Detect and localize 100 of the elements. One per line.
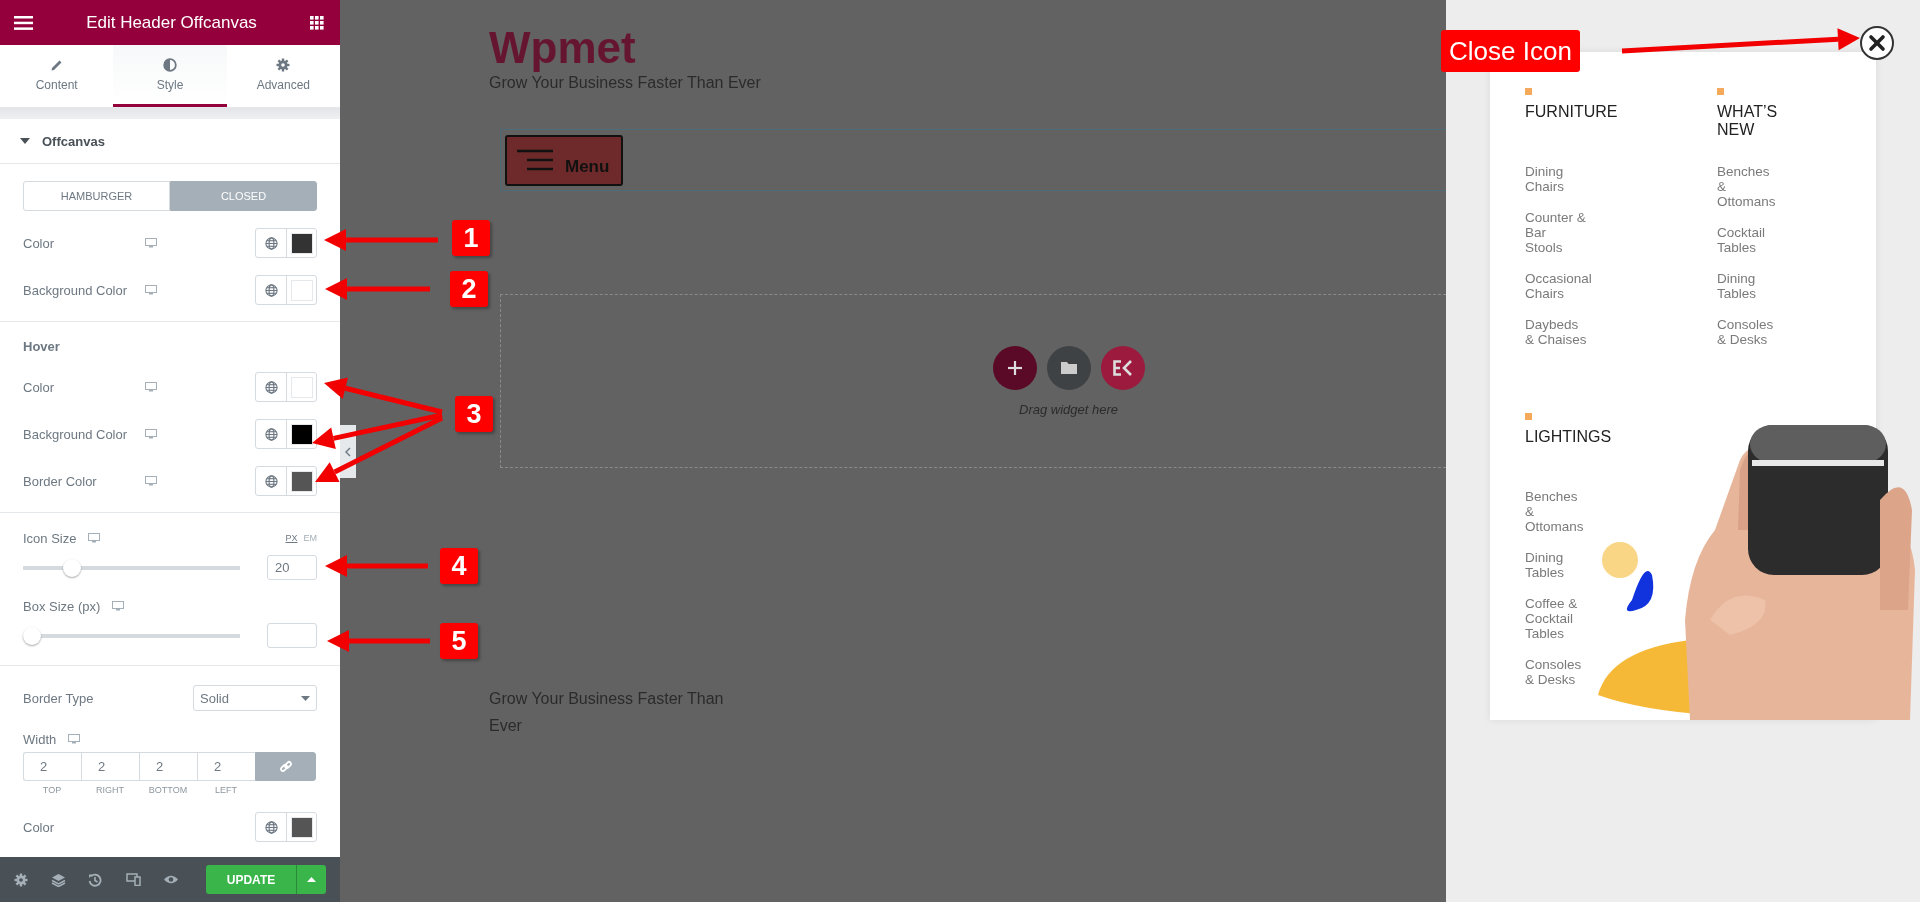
number-field[interactable]: 20 bbox=[267, 555, 317, 580]
step-number: 5 bbox=[440, 623, 478, 659]
caret-icon bbox=[307, 877, 316, 882]
menu-heading: FURNITURE bbox=[1525, 103, 1615, 122]
color-swatch[interactable] bbox=[290, 232, 313, 254]
field-label: Background Color bbox=[23, 282, 129, 298]
monitor-icon[interactable] bbox=[112, 601, 125, 611]
color-swatch[interactable] bbox=[290, 423, 313, 445]
menu-icon[interactable] bbox=[14, 15, 33, 30]
globe-icon[interactable] bbox=[264, 474, 278, 488]
menu-link[interactable]: Dining Tables bbox=[1525, 550, 1587, 580]
field-label: Color bbox=[23, 379, 56, 395]
gear-icon[interactable] bbox=[14, 872, 28, 887]
monitor-icon[interactable] bbox=[145, 382, 157, 392]
close-icon[interactable] bbox=[1859, 25, 1895, 61]
field-caption: TOP bbox=[41, 785, 63, 795]
callout-label: Close Icon bbox=[1441, 30, 1580, 72]
panel-title: Edit Header Offcanvas bbox=[86, 12, 257, 33]
history-icon[interactable] bbox=[88, 872, 103, 887]
monitor-icon[interactable] bbox=[145, 429, 157, 439]
monitor-icon[interactable] bbox=[145, 238, 157, 248]
menu-link[interactable]: Consoles & Desks bbox=[1525, 657, 1587, 687]
color-swatch[interactable] bbox=[290, 376, 313, 398]
color-picker[interactable] bbox=[255, 228, 317, 258]
globe-icon[interactable] bbox=[264, 820, 278, 834]
caret-icon[interactable] bbox=[20, 138, 30, 144]
monitor-icon[interactable] bbox=[88, 533, 101, 543]
field-caption: LEFT bbox=[214, 785, 238, 795]
unit-option[interactable]: EM bbox=[303, 533, 317, 543]
chevron-icon bbox=[345, 446, 351, 457]
field-label: Border Color bbox=[23, 473, 98, 489]
menu-link[interactable]: Coffee & Cocktail Tables bbox=[1525, 596, 1587, 641]
field-label: Color bbox=[23, 235, 56, 251]
step-number: 1 bbox=[452, 220, 490, 256]
menu-link[interactable]: Dining Tables bbox=[1717, 271, 1779, 301]
globe-icon[interactable] bbox=[264, 283, 278, 297]
caret-icon bbox=[301, 695, 310, 701]
plus-icon bbox=[1007, 360, 1022, 375]
options-button[interactable] bbox=[296, 865, 326, 894]
update-button[interactable]: UPDATE bbox=[206, 865, 296, 894]
step-number: 4 bbox=[440, 548, 478, 584]
layers-icon[interactable] bbox=[51, 872, 67, 887]
color-picker[interactable] bbox=[255, 372, 317, 402]
globe-icon[interactable] bbox=[264, 380, 278, 394]
contrast-icon bbox=[163, 57, 177, 72]
color-picker[interactable] bbox=[255, 419, 317, 449]
bullet-icon bbox=[1525, 413, 1532, 420]
step-number: 2 bbox=[450, 271, 488, 307]
color-picker[interactable] bbox=[255, 812, 317, 842]
section-title[interactable]: Offcanvas bbox=[42, 133, 105, 149]
eye-icon[interactable] bbox=[162, 874, 179, 885]
field-label: Background Color bbox=[23, 426, 129, 442]
group-heading: Hover bbox=[23, 339, 61, 355]
hamburger-icon bbox=[517, 149, 553, 171]
grid-icon[interactable] bbox=[310, 15, 324, 30]
color-picker[interactable] bbox=[255, 466, 317, 496]
field-label: Color bbox=[23, 819, 56, 835]
field-caption: RIGHT bbox=[95, 785, 125, 795]
field-caption: BOTTOM bbox=[147, 785, 189, 795]
number-field[interactable] bbox=[267, 623, 317, 648]
globe-icon[interactable] bbox=[264, 236, 278, 250]
folder-icon bbox=[1060, 361, 1077, 374]
monitor-icon[interactable] bbox=[145, 285, 157, 295]
menu-link[interactable]: Counter & Bar Stools bbox=[1525, 210, 1587, 255]
field-label: Icon Size bbox=[23, 530, 77, 546]
bullet-icon bbox=[1525, 88, 1532, 95]
menu-link[interactable]: Daybeds & Chaises bbox=[1525, 317, 1587, 347]
slider-thumb[interactable] bbox=[23, 626, 41, 645]
number-field[interactable]: 2 bbox=[139, 752, 197, 781]
menu-link[interactable]: Consoles & Desks bbox=[1717, 317, 1779, 347]
state-tab[interactable]: HAMBURGER bbox=[23, 181, 170, 211]
field-label: Width bbox=[23, 731, 57, 747]
bullet-icon bbox=[1717, 88, 1724, 95]
color-swatch[interactable] bbox=[290, 470, 313, 492]
link-button[interactable] bbox=[255, 752, 316, 781]
devices-icon[interactable] bbox=[125, 873, 141, 886]
panel-tab[interactable]: Style bbox=[113, 45, 227, 107]
slider-thumb[interactable] bbox=[62, 558, 81, 577]
menu-heading: WHAT’S NEW bbox=[1717, 103, 1779, 139]
number-field[interactable]: 2 bbox=[81, 752, 139, 781]
ek-logo-icon bbox=[1112, 359, 1133, 376]
gear-icon bbox=[276, 57, 291, 72]
step-number: 3 bbox=[455, 396, 493, 432]
unit-option[interactable]: PX bbox=[285, 533, 298, 543]
number-field[interactable]: 2 bbox=[23, 752, 81, 781]
site-title: Wpmet bbox=[489, 24, 637, 72]
color-swatch[interactable] bbox=[290, 279, 313, 301]
color-picker[interactable] bbox=[255, 275, 317, 305]
menu-link[interactable]: Benches & Ottomans bbox=[1717, 164, 1779, 209]
menu-link[interactable]: Dining Chairs bbox=[1525, 164, 1587, 194]
link-icon bbox=[278, 759, 293, 774]
monitor-icon[interactable] bbox=[145, 476, 157, 486]
select-field[interactable]: Solid bbox=[193, 685, 317, 711]
monitor-icon[interactable] bbox=[68, 734, 81, 744]
menu-link[interactable]: Benches & Ottomans bbox=[1525, 489, 1587, 534]
field-label: Box Size (px) bbox=[23, 598, 101, 614]
globe-icon[interactable] bbox=[264, 427, 278, 441]
color-swatch[interactable] bbox=[290, 816, 313, 838]
field-label: Border Type bbox=[23, 690, 94, 706]
menu-link[interactable]: Cocktail Tables bbox=[1717, 225, 1779, 255]
